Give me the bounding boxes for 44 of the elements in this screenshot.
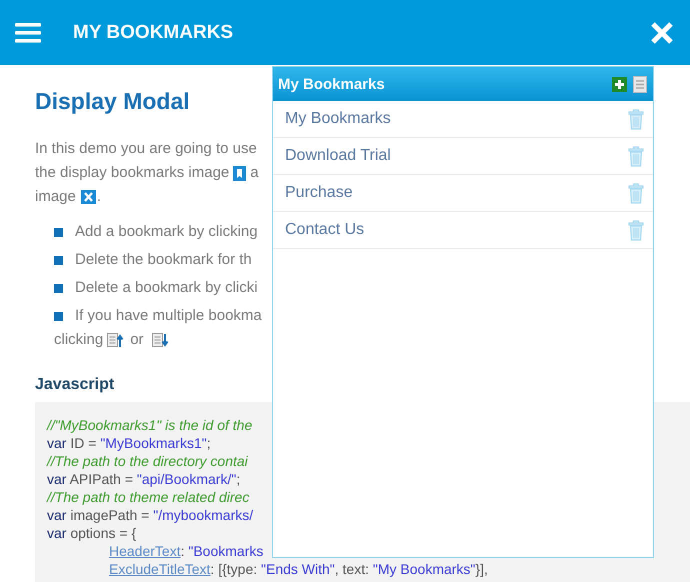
code-line: //"MyBookmarks1" is the id of the [47,417,252,433]
paragraph-text: a [250,163,259,183]
list-item-text: Delete a bookmark by clicki [75,278,258,298]
code-line: var ID = "MyBookmarks1"; [47,435,211,451]
trash-icon[interactable] [628,146,644,166]
code-line: var imagePath = "/mybookmarks/ [47,507,254,523]
code-line: //The path to theme related direc [47,489,250,505]
paragraph-text: or [130,330,144,350]
section-heading: Javascript [35,376,114,394]
list-item-text: Add a bookmark by clicking [75,222,258,242]
bookmark-icon [233,166,246,180]
paragraph-text: . [96,187,102,207]
bullet-icon [54,228,63,236]
add-icon[interactable] [612,76,627,92]
list-icon[interactable] [633,76,647,92]
bullet-icon [54,256,63,264]
trash-icon[interactable] [628,108,644,130]
code-line: var APIPath = "api/Bookmark/"; [47,471,240,487]
bullet-icon [54,312,63,320]
bookmark-item[interactable]: My Bookmarks [273,101,653,138]
code-line: ExcludeTitleText: [{type: "Ends With", text: "My Bookmarks"}], [109,561,488,577]
code-line: var options = { [47,525,136,541]
bookmark-item[interactable]: Contact Us [273,212,653,249]
paragraph-text: clicking [54,330,104,350]
bookmark-item[interactable]: Purchase [273,175,653,212]
bullet-icon [54,284,63,292]
code-line: HeaderText: "Bookmarks [109,543,264,559]
panel-title: My Bookmarks [278,76,386,92]
bookmark-item[interactable]: Download Trial [273,138,653,175]
app-title: MY BOOKMARKS [73,22,234,44]
paragraph-text: image [35,187,76,207]
list-down-icon [152,332,169,348]
code-line: //The path to the directory contai [47,453,248,469]
list-item-text: If you have multiple bookma [75,306,262,326]
close-icon [80,190,96,204]
page-heading: Display Modal [35,88,190,115]
trash-icon[interactable] [628,220,644,240]
paragraph-text: In this demo you are going to use [35,139,257,159]
trash-icon[interactable] [628,182,644,204]
list-up-icon [107,332,124,348]
paragraph-text: the display bookmarks image [35,163,230,183]
close-icon[interactable] [650,20,674,44]
menu-icon[interactable] [15,22,41,42]
list-item-text: Delete the bookmark for th [75,250,252,270]
